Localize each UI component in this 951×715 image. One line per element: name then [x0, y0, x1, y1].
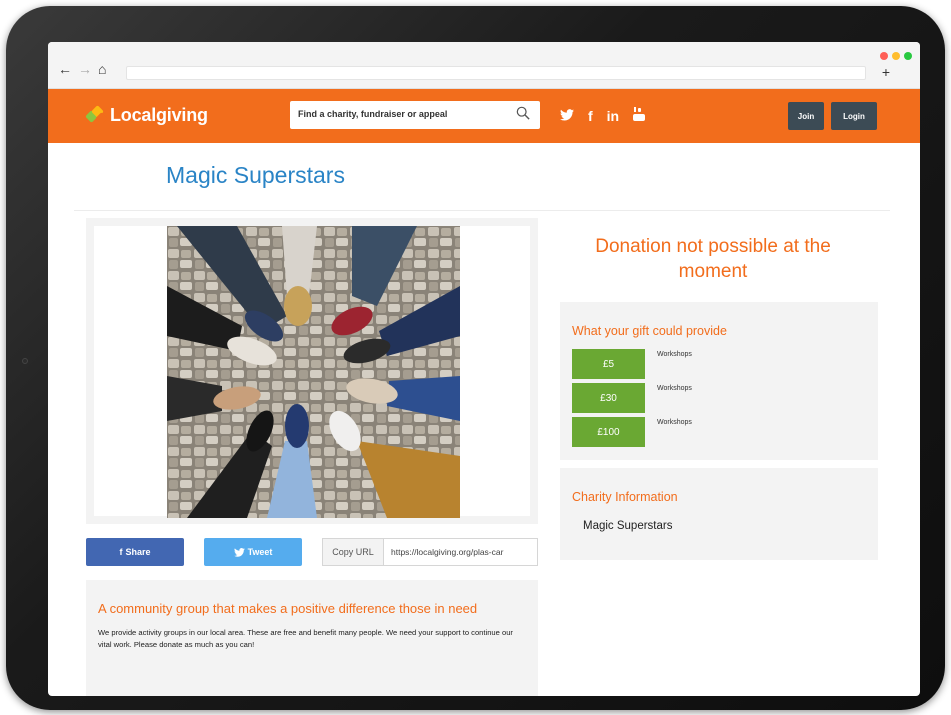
- tweet-button[interactable]: Tweet: [204, 538, 302, 566]
- address-bar[interactable]: [126, 66, 866, 80]
- gift-description: Workshops: [657, 419, 692, 426]
- charity-info-title: Charity Information: [572, 490, 678, 504]
- tablet-screen: ← → ⌂ + Localgiving Find a charity, fund…: [48, 42, 920, 696]
- join-button[interactable]: Join: [788, 102, 824, 130]
- minimize-window-dot[interactable]: [892, 52, 900, 60]
- window-controls: [880, 52, 912, 60]
- gift-row: £30 Workshops: [572, 383, 866, 413]
- description-box: A community group that makes a positive …: [86, 580, 538, 696]
- gift-row: £100 Workshops: [572, 417, 866, 447]
- linkedin-icon[interactable]: in: [607, 108, 619, 124]
- copy-url-field[interactable]: [383, 538, 538, 566]
- gift-amount-button[interactable]: £100: [572, 417, 645, 447]
- tablet-device: ← → ⌂ + Localgiving Find a charity, fund…: [6, 6, 945, 710]
- youtube-icon[interactable]: [633, 107, 646, 124]
- login-button[interactable]: Login: [831, 102, 877, 130]
- charity-photo: [167, 226, 460, 518]
- gift-description: Workshops: [657, 351, 692, 358]
- arrow-left-icon[interactable]: ←: [58, 62, 72, 76]
- charity-name: Magic Superstars: [583, 520, 673, 532]
- maximize-window-dot[interactable]: [904, 52, 912, 60]
- logo-text: Localgiving: [110, 105, 208, 125]
- arrow-right-icon[interactable]: →: [78, 62, 92, 76]
- facebook-share-label: Share: [125, 547, 151, 557]
- gift-amount-button[interactable]: £5: [572, 349, 645, 379]
- close-window-dot[interactable]: [880, 52, 888, 60]
- search-box: [290, 101, 540, 129]
- logo-mark-icon: [85, 104, 108, 125]
- tweet-label: Tweet: [247, 547, 273, 557]
- description-text: We provide activity groups in our local …: [98, 628, 513, 649]
- photo-frame: [86, 218, 538, 524]
- social-links: f in: [560, 107, 646, 124]
- camera-lens: [22, 358, 28, 364]
- donation-status: Donation not possible at the moment: [595, 236, 831, 282]
- charity-info-box: Charity Information Magic Superstars: [560, 468, 878, 560]
- browser-nav: ← → ⌂: [58, 62, 106, 76]
- gift-amount-button[interactable]: £30: [572, 383, 645, 413]
- twitter-icon: [233, 547, 245, 557]
- search-icon[interactable]: [516, 106, 530, 120]
- home-icon[interactable]: ⌂: [98, 62, 106, 76]
- search-input[interactable]: [290, 101, 500, 127]
- title-divider: [74, 210, 890, 211]
- page-title: Magic Superstars: [166, 162, 345, 188]
- description-title: A community group that makes a positive …: [98, 601, 478, 616]
- gift-title: What your gift could provide: [572, 324, 727, 338]
- facebook-share-button[interactable]: f Share: [86, 538, 184, 566]
- site-logo[interactable]: Localgiving: [85, 104, 208, 126]
- browser-chrome: ← → ⌂ +: [48, 42, 920, 89]
- facebook-icon[interactable]: f: [588, 108, 593, 124]
- twitter-icon[interactable]: [560, 108, 574, 124]
- facebook-icon: f: [119, 547, 123, 557]
- gift-box: What your gift could provide £5 Workshop…: [560, 302, 878, 460]
- site-header: Localgiving f in Join Login: [48, 89, 920, 143]
- plus-icon[interactable]: +: [882, 64, 890, 80]
- gift-row: £5 Workshops: [572, 349, 866, 379]
- gift-description: Workshops: [657, 385, 692, 392]
- copy-url-label[interactable]: Copy URL: [322, 538, 384, 566]
- share-row: f Share Tweet Copy URL: [86, 538, 538, 566]
